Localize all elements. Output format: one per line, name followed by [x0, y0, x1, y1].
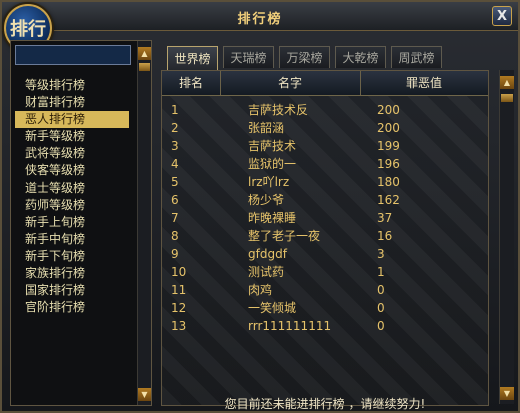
category-item-newbie-mid[interactable]: 新手中旬榜: [15, 231, 129, 248]
ranking-category-panel: 等级排行榜 财富排行榜 恶人排行榜 新手等级榜 武将等级榜 侠客等级榜 道士等级…: [10, 40, 152, 406]
table-row[interactable]: 8 整了老子一夜 16: [162, 227, 488, 245]
category-item-rank[interactable]: 官阶排行榜: [15, 299, 129, 316]
table-row[interactable]: 3 吉萨技术 199: [162, 137, 488, 155]
category-item-general-level[interactable]: 武将等级榜: [15, 145, 129, 162]
category-item-knight-level[interactable]: 侠客等级榜: [15, 162, 129, 179]
rank-cell: 1: [171, 103, 179, 117]
value-cell: 162: [377, 193, 400, 207]
tab-tianrui[interactable]: 天瑞榜: [223, 46, 274, 68]
close-button[interactable]: X: [492, 6, 512, 26]
tab-world[interactable]: 世界榜: [167, 46, 218, 70]
header-name[interactable]: 名字: [220, 71, 361, 95]
rank-cell: 2: [171, 121, 179, 135]
ranking-status-message: 您目前还未能进排行榜 ，请继续努力!: [224, 397, 426, 411]
value-cell: 37: [377, 211, 393, 225]
category-item-nation[interactable]: 国家排行榜: [15, 282, 129, 299]
table-row[interactable]: 1 吉萨技术反 200: [162, 101, 488, 119]
table-body: 1 吉萨技术反 200 2 张韶涵 200 3 吉萨技术 199 4 监狱的一 196 5 lrz…: [162, 101, 488, 335]
value-cell: 3: [377, 247, 385, 261]
category-item-level[interactable]: 等级排行榜: [15, 77, 129, 94]
ranking-table: 排名 名字 罪恶值 1 吉萨技术反 200 2 张韶涵 200 3 吉萨技术 199 4 监狱…: [161, 70, 489, 411]
rank-cell: 3: [171, 139, 179, 153]
tab-zhouwu[interactable]: 周武榜: [391, 46, 442, 68]
tab-daqian[interactable]: 大乾榜: [335, 46, 386, 68]
table-row[interactable]: 13 rrr111111111 0: [162, 317, 488, 335]
table-row[interactable]: 10 测试药 1: [162, 263, 488, 281]
name-cell: lrz吖lrz: [248, 175, 290, 189]
window-title: 排行榜: [237, 12, 283, 27]
table-header: 排名 名字 罪恶值: [162, 71, 488, 96]
ranking-window: 排行榜 X 排行 等级排行榜 财富排行榜 恶人排行榜 新手等级榜 武将等级榜 侠…: [0, 0, 520, 413]
name-cell: 吉萨技术反: [248, 103, 309, 117]
rank-cell: 12: [171, 301, 187, 315]
scroll-thumb[interactable]: [139, 63, 150, 71]
table-row[interactable]: 5 lrz吖lrz 180: [162, 173, 488, 191]
category-item-newbie-late[interactable]: 新手下旬榜: [15, 248, 129, 265]
name-cell: 杨少爷: [248, 193, 285, 207]
category-item-villain[interactable]: 恶人排行榜: [15, 111, 129, 129]
header-sin-value[interactable]: 罪恶值: [360, 71, 488, 95]
value-cell: 180: [377, 175, 400, 189]
name-cell: 测试药: [248, 265, 285, 279]
table-row[interactable]: 7 昨晚裸睡 37: [162, 209, 488, 227]
table-row[interactable]: 11 肉鸡 0: [162, 281, 488, 299]
name-cell: 肉鸡: [248, 283, 273, 297]
rank-cell: 8: [171, 229, 179, 243]
name-cell: 监狱的一: [248, 157, 297, 171]
category-item-wealth[interactable]: 财富排行榜: [15, 94, 129, 111]
category-item-family[interactable]: 家族排行榜: [15, 265, 129, 282]
value-cell: 196: [377, 157, 400, 171]
rank-cell: 7: [171, 211, 179, 225]
value-cell: 200: [377, 121, 400, 135]
rank-cell: 13: [171, 319, 187, 333]
tab-wanliang[interactable]: 万梁榜: [279, 46, 330, 68]
value-cell: 200: [377, 103, 400, 117]
table-row[interactable]: 6 杨少爷 162: [162, 191, 488, 209]
value-cell: 16: [377, 229, 393, 243]
table-row[interactable]: 2 张韶涵 200: [162, 119, 488, 137]
rank-cell: 6: [171, 193, 179, 207]
name-cell: 吉萨技术: [248, 139, 297, 153]
value-cell: 0: [377, 301, 385, 315]
table-row[interactable]: 4 监狱的一 196: [162, 155, 488, 173]
value-cell: 1: [377, 265, 385, 279]
rank-cell: 9: [171, 247, 179, 261]
ranking-content-panel: 世界榜 天瑞榜 万梁榜 大乾榜 周武榜 排名 名字 罪恶值 1 吉萨技术反 200 …: [159, 40, 514, 411]
header-rank[interactable]: 排名: [162, 71, 221, 95]
scroll-thumb[interactable]: [501, 94, 513, 102]
name-cell: 一笑倾城: [248, 301, 297, 315]
category-item-taoist-level[interactable]: 道士等级榜: [15, 180, 129, 197]
name-cell: 昨晚裸睡: [248, 211, 297, 225]
scroll-up-icon[interactable]: ▲: [500, 76, 514, 89]
scroll-down-icon[interactable]: ▼: [138, 388, 151, 401]
table-row[interactable]: 12 一笑倾城 0: [162, 299, 488, 317]
category-search-box[interactable]: [15, 45, 131, 65]
value-cell: 199: [377, 139, 400, 153]
rank-cell: 4: [171, 157, 179, 171]
scroll-up-icon[interactable]: ▲: [138, 47, 151, 60]
value-cell: 0: [377, 319, 385, 333]
category-list: 等级排行榜 财富排行榜 恶人排行榜 新手等级榜 武将等级榜 侠客等级榜 道士等级…: [15, 77, 129, 316]
rank-cell: 5: [171, 175, 179, 189]
rank-cell: 11: [171, 283, 187, 297]
rank-cell: 10: [171, 265, 187, 279]
scroll-down-icon[interactable]: ▼: [500, 387, 514, 400]
name-cell: 整了老子一夜: [248, 229, 321, 243]
name-cell: 张韶涵: [248, 121, 285, 135]
ranking-scrollbar[interactable]: ▲ ▼: [499, 70, 514, 404]
name-cell: gfdgdf: [248, 247, 287, 261]
name-cell: rrr111111111: [248, 319, 332, 333]
title-bar: 排行榜 X: [2, 2, 518, 31]
category-scrollbar[interactable]: ▲ ▼: [137, 41, 151, 405]
table-row[interactable]: 9 gfdgdf 3: [162, 245, 488, 263]
value-cell: 0: [377, 283, 385, 297]
category-item-pharmacist-level[interactable]: 药师等级榜: [15, 197, 129, 214]
category-item-newbie-level[interactable]: 新手等级榜: [15, 128, 129, 145]
category-item-newbie-early[interactable]: 新手上旬榜: [15, 214, 129, 231]
